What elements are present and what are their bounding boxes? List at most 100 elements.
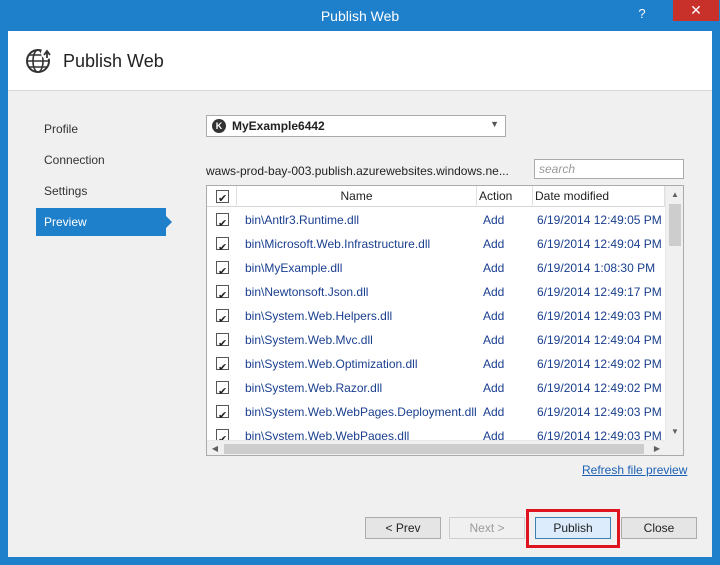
file-name-cell: bin\System.Web.Mvc.dll	[245, 333, 373, 347]
row-checkbox[interactable]	[216, 356, 229, 376]
table-row[interactable]: bin\MyExample.dll Add 6/19/2014 1:08:30 PM	[207, 256, 665, 280]
grid-body: bin\Antlr3.Runtime.dll Add 6/19/2014 12:49…	[207, 208, 665, 440]
column-header-name[interactable]: Name	[237, 186, 477, 207]
table-row[interactable]: bin\System.Web.Optimization.dll Add 6/19/2…	[207, 352, 665, 376]
row-checkbox[interactable]	[216, 284, 229, 304]
horizontal-scrollbar[interactable]: ◀ ▶	[207, 440, 665, 455]
vertical-scrollbar[interactable]: ▲ ▼	[665, 186, 683, 440]
row-select-cell	[207, 232, 237, 256]
dialog-client-area: Publish Web Profile Connection Settings …	[8, 31, 712, 557]
date-modified-cell: 6/19/2014 12:49:02 PM	[537, 357, 662, 371]
row-select-cell	[207, 256, 237, 280]
scroll-down-icon[interactable]: ▼	[666, 423, 683, 440]
action-cell: Add	[483, 285, 505, 299]
file-name-cell: bin\Microsoft.Web.Infrastructure.dll	[245, 237, 431, 251]
row-select-cell	[207, 280, 237, 304]
table-row[interactable]: bin\Antlr3.Runtime.dll Add 6/19/2014 12:49…	[207, 208, 665, 232]
date-modified-cell: 6/19/2014 12:49:03 PM	[537, 405, 662, 419]
action-cell: Add	[483, 357, 505, 371]
action-cell: Add	[483, 213, 505, 227]
row-checkbox[interactable]	[216, 380, 229, 400]
refresh-file-preview-link[interactable]: Refresh file preview	[582, 463, 687, 477]
chevron-down-icon: ▼	[490, 119, 499, 129]
column-header-date[interactable]: Date modified	[533, 186, 665, 207]
search-input[interactable]: search	[534, 159, 684, 179]
file-preview-grid: Name Action Date modified bin\Antlr3.Run…	[206, 185, 684, 456]
help-button[interactable]: ?	[630, 3, 654, 25]
nav-item-profile[interactable]: Profile	[36, 115, 166, 143]
date-modified-cell: 6/19/2014 12:49:05 PM	[537, 213, 662, 227]
scroll-up-icon[interactable]: ▲	[666, 186, 683, 203]
select-all-checkbox[interactable]	[216, 189, 229, 210]
row-checkbox[interactable]	[216, 308, 229, 328]
action-cell: Add	[483, 261, 505, 275]
file-name-cell: bin\System.Web.Optimization.dll	[245, 357, 418, 371]
row-checkbox[interactable]	[216, 332, 229, 352]
scroll-right-icon[interactable]: ▶	[649, 441, 665, 455]
row-checkbox[interactable]	[216, 212, 229, 232]
next-button[interactable]: Next >	[449, 517, 525, 539]
table-row[interactable]: bin\Newtonsoft.Json.dll Add 6/19/2014 12:4…	[207, 280, 665, 304]
header-select-all[interactable]	[207, 186, 237, 210]
table-row[interactable]: bin\System.Web.Mvc.dll Add 6/19/2014 12:49…	[207, 328, 665, 352]
date-modified-cell: 6/19/2014 12:49:03 PM	[537, 309, 662, 323]
globe-publish-icon	[26, 47, 53, 73]
dialog-heading: Publish Web	[63, 51, 164, 71]
horizontal-scroll-thumb[interactable]	[224, 444, 644, 454]
table-row[interactable]: bin\System.Web.WebPages.dll Add 6/19/2014 …	[207, 424, 665, 440]
date-modified-cell: 6/19/2014 12:49:02 PM	[537, 381, 662, 395]
row-select-cell	[207, 376, 237, 400]
row-select-cell	[207, 304, 237, 328]
nav-item-settings[interactable]: Settings	[36, 177, 166, 205]
column-header-action[interactable]: Action	[477, 186, 533, 207]
action-cell: Add	[483, 309, 505, 323]
scroll-left-icon[interactable]: ◀	[207, 441, 223, 455]
window-close-button[interactable]: ✕	[673, 0, 719, 21]
date-modified-cell: 6/19/2014 1:08:30 PM	[537, 261, 656, 275]
nav-item-connection[interactable]: Connection	[36, 146, 166, 174]
file-name-cell: bin\System.Web.WebPages.Deployment.dll	[245, 405, 477, 419]
row-checkbox[interactable]	[216, 260, 229, 280]
table-row[interactable]: bin\Microsoft.Web.Infrastructure.dll Add 6…	[207, 232, 665, 256]
action-cell: Add	[483, 405, 505, 419]
file-name-cell: bin\System.Web.Helpers.dll	[245, 309, 393, 323]
window-title: Publish Web	[320, 8, 400, 24]
prev-button[interactable]: < Prev	[365, 517, 441, 539]
site-url: waws-prod-bay-003.publish.azurewebsites.…	[206, 164, 509, 178]
action-cell: Add	[483, 429, 505, 440]
profile-dropdown[interactable]: K MyExample6442 ▼	[206, 115, 506, 137]
title-bar[interactable]: Publish Web ? ✕	[0, 0, 720, 31]
publish-highlight-box	[526, 509, 620, 548]
table-row[interactable]: bin\System.Web.WebPages.Deployment.dll Ad…	[207, 400, 665, 424]
file-name-cell: bin\Newtonsoft.Json.dll	[245, 285, 369, 299]
date-modified-cell: 6/19/2014 12:49:04 PM	[537, 333, 662, 347]
date-modified-cell: 6/19/2014 12:49:17 PM	[537, 285, 662, 299]
table-row[interactable]: bin\System.Web.Helpers.dll Add 6/19/2014 1…	[207, 304, 665, 328]
action-cell: Add	[483, 333, 505, 347]
row-select-cell	[207, 400, 237, 424]
date-modified-cell: 6/19/2014 12:49:03 PM	[537, 429, 662, 440]
file-name-cell: bin\System.Web.WebPages.dll	[245, 429, 410, 440]
close-button[interactable]: Close	[621, 517, 697, 539]
grid-header: Name Action Date modified	[207, 186, 665, 210]
file-name-cell: bin\System.Web.Razor.dll	[245, 381, 383, 395]
profile-icon: K	[212, 119, 226, 133]
file-name-cell: bin\MyExample.dll	[245, 261, 343, 275]
scrollbar-corner	[665, 440, 683, 455]
action-cell: Add	[483, 237, 505, 251]
dialog-header: Publish Web	[8, 31, 712, 91]
row-checkbox[interactable]	[216, 404, 229, 424]
row-select-cell	[207, 352, 237, 376]
date-modified-cell: 6/19/2014 12:49:04 PM	[537, 237, 662, 251]
row-select-cell	[207, 424, 237, 440]
row-select-cell	[207, 208, 237, 232]
file-name-cell: bin\Antlr3.Runtime.dll	[245, 213, 360, 227]
action-cell: Add	[483, 381, 505, 395]
vertical-scroll-thumb[interactable]	[669, 204, 681, 246]
nav-item-preview[interactable]: Preview	[36, 208, 172, 236]
profile-name: MyExample6442	[232, 119, 325, 133]
row-select-cell	[207, 328, 237, 352]
row-checkbox[interactable]	[216, 428, 229, 440]
table-row[interactable]: bin\System.Web.Razor.dll Add 6/19/2014 12:…	[207, 376, 665, 400]
row-checkbox[interactable]	[216, 236, 229, 256]
